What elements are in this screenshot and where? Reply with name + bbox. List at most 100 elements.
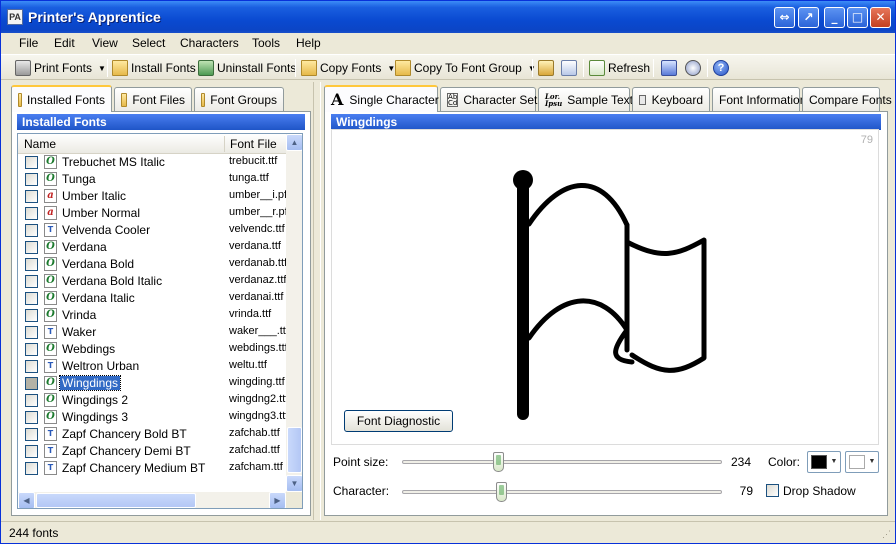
tab-keyboard[interactable]: Keyboard bbox=[632, 87, 710, 111]
column-name[interactable]: Name bbox=[24, 137, 56, 151]
row-checkbox[interactable] bbox=[25, 360, 38, 373]
truetype-font-icon: T bbox=[44, 444, 57, 458]
scroll-thumb[interactable] bbox=[287, 427, 302, 473]
refresh-button[interactable]: Refresh bbox=[589, 58, 650, 78]
keyboard-icon bbox=[639, 94, 646, 105]
scroll-left-icon[interactable]: ◀ bbox=[18, 492, 35, 508]
row-checkbox[interactable] bbox=[25, 462, 38, 475]
row-checkbox[interactable] bbox=[25, 241, 38, 254]
tab-installed-fonts[interactable]: Installed Fonts bbox=[11, 85, 112, 112]
tab-font-files[interactable]: Font Files bbox=[114, 87, 192, 111]
maximize-button[interactable]: □ bbox=[847, 7, 868, 28]
title-bar[interactable]: PA Printer's Apprentice ⇔ ↗ _ □ ✕ bbox=[1, 1, 895, 33]
table-row[interactable]: T Zapf Chancery Medium BT zafcham.ttf bbox=[18, 460, 286, 477]
menu-view[interactable]: View bbox=[92, 36, 118, 50]
table-row[interactable]: a Umber Italic umber__i.pf bbox=[18, 188, 286, 205]
resize-grip-icon[interactable]: ⋰ bbox=[882, 529, 891, 540]
table-row[interactable]: T Zapf Chancery Bold BT zafchab.ttf bbox=[18, 426, 286, 443]
tab-character-set[interactable]: Ab Cd Character Set bbox=[440, 87, 537, 111]
menu-characters[interactable]: Characters bbox=[180, 36, 239, 50]
window-expand-icon[interactable]: ↗ bbox=[798, 7, 819, 28]
menu-tools[interactable]: Tools bbox=[252, 36, 280, 50]
tab-compare-fonts[interactable]: Compare Fonts bbox=[802, 87, 892, 111]
panel-splitter[interactable] bbox=[313, 82, 321, 520]
character-track[interactable] bbox=[402, 490, 722, 494]
row-checkbox[interactable] bbox=[25, 190, 38, 203]
row-checkbox[interactable] bbox=[25, 156, 38, 169]
row-checkbox[interactable] bbox=[25, 207, 38, 220]
table-row[interactable]: O Verdana Italic verdanai.ttf bbox=[18, 290, 286, 307]
horizontal-scrollbar[interactable]: ◀ ▶ bbox=[18, 492, 286, 508]
copy-fonts-button[interactable]: Copy Fonts ▼ bbox=[301, 58, 395, 78]
row-checkbox[interactable] bbox=[25, 394, 38, 407]
menu-file[interactable]: File bbox=[19, 36, 38, 50]
row-checkbox[interactable] bbox=[25, 343, 38, 356]
column-font-file[interactable]: Font File bbox=[230, 137, 277, 151]
print-fonts-button[interactable]: Print Fonts ▼ bbox=[15, 58, 106, 78]
table-row[interactable]: O Verdana Bold verdanab.ttf bbox=[18, 256, 286, 273]
tab-single-character[interactable]: A Single Character bbox=[324, 85, 439, 112]
opentype-font-icon: O bbox=[44, 257, 57, 271]
point-size-track[interactable] bbox=[402, 460, 722, 464]
h-scroll-thumb[interactable] bbox=[36, 493, 196, 508]
tab-font-information[interactable]: Font Information bbox=[712, 87, 806, 111]
background-color-picker[interactable]: ▼ bbox=[845, 451, 879, 473]
chevron-down-icon[interactable]: ▼ bbox=[98, 64, 106, 73]
scroll-down-icon[interactable]: ▼ bbox=[286, 475, 302, 492]
table-row[interactable]: O Wingdings 3 wingdng3.ttf bbox=[18, 409, 286, 426]
font-diagnostic-button[interactable]: Font Diagnostic bbox=[344, 410, 453, 432]
menu-help[interactable]: Help bbox=[296, 36, 321, 50]
table-row[interactable]: O Tunga tunga.ttf bbox=[18, 171, 286, 188]
menu-edit[interactable]: Edit bbox=[54, 36, 75, 50]
opentype-font-icon: O bbox=[44, 240, 57, 254]
copy-to-font-group-button[interactable]: Copy To Font Group ▼ bbox=[395, 58, 536, 78]
table-row[interactable]: O Trebuchet MS Italic trebucit.ttf bbox=[18, 154, 286, 171]
row-checkbox[interactable] bbox=[25, 309, 38, 322]
scroll-right-icon[interactable]: ▶ bbox=[269, 492, 286, 508]
table-row[interactable]: T Weltron Urban weltu.ttf bbox=[18, 358, 286, 375]
vertical-scrollbar[interactable]: ▲ ▼ bbox=[286, 134, 302, 492]
table-row[interactable]: O Webdings webdings.ttf bbox=[18, 341, 286, 358]
row-checkbox[interactable] bbox=[25, 377, 38, 390]
row-checkbox[interactable] bbox=[25, 275, 38, 288]
properties-icon[interactable] bbox=[538, 60, 554, 76]
column-divider[interactable] bbox=[224, 136, 225, 152]
uninstall-fonts-button[interactable]: Uninstall Fonts bbox=[198, 58, 296, 78]
chevron-down-icon[interactable]: ▼ bbox=[867, 453, 877, 471]
font-list[interactable]: Name Font File O Trebuchet MS Italic trebu… bbox=[17, 133, 303, 509]
table-row[interactable]: T Zapf Chancery Demi BT zafchad.ttf bbox=[18, 443, 286, 460]
table-row[interactable]: O Verdana verdana.ttf bbox=[18, 239, 286, 256]
table-row[interactable]: O Wingdings wingding.ttf bbox=[18, 375, 286, 392]
export-icon[interactable] bbox=[661, 60, 677, 76]
menu-select[interactable]: Select bbox=[132, 36, 165, 50]
character-slider-thumb[interactable] bbox=[496, 482, 508, 502]
row-checkbox[interactable] bbox=[25, 173, 38, 186]
web-icon[interactable] bbox=[685, 60, 701, 76]
row-checkbox[interactable] bbox=[25, 224, 38, 237]
row-checkbox[interactable] bbox=[25, 428, 38, 441]
table-row[interactable]: a Umber Normal umber__r.pf bbox=[18, 205, 286, 222]
copy-icon[interactable] bbox=[561, 60, 577, 76]
install-fonts-button[interactable]: Install Fonts bbox=[112, 58, 196, 78]
scroll-up-icon[interactable]: ▲ bbox=[286, 134, 302, 151]
point-size-slider-thumb[interactable] bbox=[493, 452, 504, 472]
row-checkbox[interactable] bbox=[25, 411, 38, 424]
row-checkbox[interactable] bbox=[25, 326, 38, 339]
table-row[interactable]: T Waker waker___.tt bbox=[18, 324, 286, 341]
close-button[interactable]: ✕ bbox=[870, 7, 891, 28]
foreground-color-picker[interactable]: ▼ bbox=[807, 451, 841, 473]
table-row[interactable]: T Velvenda Cooler velvendc.ttf bbox=[18, 222, 286, 239]
table-row[interactable]: O Vrinda vrinda.ttf bbox=[18, 307, 286, 324]
row-checkbox[interactable] bbox=[25, 292, 38, 305]
help-icon[interactable]: ? bbox=[713, 60, 729, 76]
drop-shadow-checkbox[interactable] bbox=[766, 484, 779, 497]
row-checkbox[interactable] bbox=[25, 258, 38, 271]
tab-font-groups[interactable]: Font Groups bbox=[194, 87, 284, 111]
minimize-button[interactable]: _ bbox=[824, 7, 845, 28]
table-row[interactable]: O Verdana Bold Italic verdanaz.ttf bbox=[18, 273, 286, 290]
restore-alt-icon[interactable]: ⇔ bbox=[774, 7, 795, 28]
tab-sample-text[interactable]: Lor. Ipsu Sample Text bbox=[538, 87, 633, 111]
chevron-down-icon[interactable]: ▼ bbox=[829, 453, 839, 471]
row-checkbox[interactable] bbox=[25, 445, 38, 458]
table-row[interactable]: O Wingdings 2 wingdng2.ttf bbox=[18, 392, 286, 409]
